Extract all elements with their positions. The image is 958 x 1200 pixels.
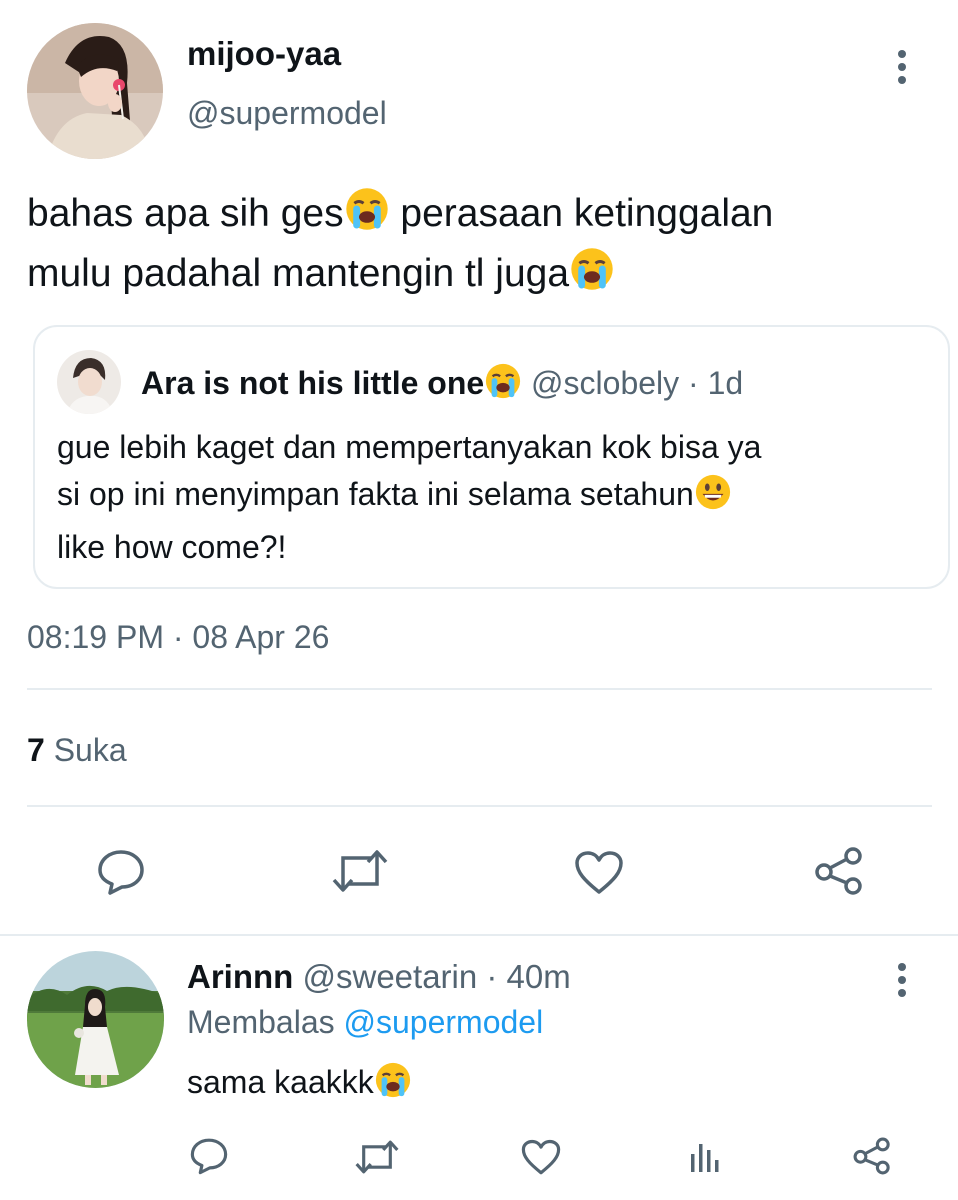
quoted-display-name[interactable]: Ara is not his little one — [141, 365, 484, 401]
loudly-crying-face-icon — [374, 1061, 412, 1107]
replying-to-handle[interactable]: @supermodel — [344, 1004, 544, 1040]
tweet-text-line1: bahas apa sih ges — [27, 192, 344, 235]
loudly-crying-face-icon — [484, 362, 522, 408]
author-avatar[interactable] — [27, 23, 163, 159]
quoted-author-avatar[interactable] — [57, 350, 121, 414]
replying-to: Membalas @supermodel — [187, 1004, 543, 1041]
replying-to-label: Membalas — [187, 1004, 344, 1040]
more-options-icon[interactable] — [895, 50, 909, 84]
quoted-handle-time: @sclobely · 1d — [522, 365, 744, 401]
reply-text-body: sama kaakkk — [187, 1064, 374, 1100]
reply-header: Arinnn @sweetarin · 40m — [187, 958, 571, 996]
share-icon[interactable] — [813, 846, 865, 896]
author-display-name[interactable]: mijoo-yaa — [187, 35, 341, 73]
likes-count: 7 — [27, 732, 45, 768]
author-handle[interactable]: @supermodel — [187, 95, 387, 132]
reply-display-name[interactable]: Arinnn — [187, 958, 293, 995]
reply-author-avatar[interactable] — [27, 951, 164, 1088]
tweet-text: bahas apa sih ges perasaan ketinggalan m… — [27, 186, 942, 306]
loudly-crying-face-icon — [344, 186, 390, 246]
reply-handle-time: @sweetarin · 40m — [293, 958, 571, 995]
analytics-icon[interactable] — [688, 1138, 724, 1174]
share-icon[interactable] — [852, 1136, 892, 1176]
quoted-line3: like how come?! — [57, 529, 287, 565]
retweet-icon[interactable] — [354, 1139, 400, 1175]
reply-text: sama kaakkk — [187, 1061, 412, 1107]
quoted-line2: si op ini menyimpan fakta ini selama set… — [57, 476, 694, 512]
divider — [27, 688, 932, 690]
quoted-line1: gue lebih kaget dan mempertanyakan kok b… — [57, 429, 762, 465]
retweet-icon[interactable] — [331, 848, 389, 894]
reply-icon[interactable] — [96, 848, 146, 896]
like-icon[interactable] — [574, 850, 624, 896]
quoted-tweet-text: gue lebih kaget dan mempertanyakan kok b… — [57, 424, 927, 571]
like-icon[interactable] — [521, 1139, 561, 1176]
reply-icon[interactable] — [189, 1137, 229, 1175]
divider — [27, 805, 932, 807]
divider — [0, 934, 958, 936]
tweet-timestamp[interactable]: 08:19 PM · 08 Apr 26 — [27, 619, 329, 656]
likes-summary[interactable]: 7 Suka — [27, 732, 127, 769]
loudly-crying-face-icon — [569, 246, 615, 306]
quoted-header: Ara is not his little one @sclobely · 1d — [141, 362, 743, 408]
grinning-face-icon — [694, 473, 732, 524]
tweet-text-line1b: perasaan ketinggalan — [389, 192, 774, 235]
more-options-icon[interactable] — [895, 963, 909, 997]
likes-label: Suka — [44, 732, 127, 768]
tweet-text-line2: mulu padahal mantengin tl juga — [27, 252, 570, 295]
